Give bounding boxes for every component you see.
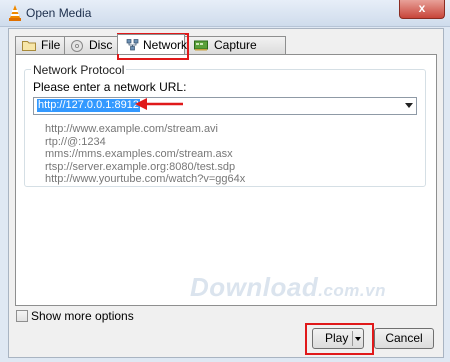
group-title: Network Protocol	[31, 63, 127, 77]
red-arrow-annotation	[135, 98, 183, 110]
example-url: rtp://@:1234	[45, 135, 106, 148]
watermark-main: Download	[190, 272, 319, 302]
close-button[interactable]: x	[399, 0, 445, 19]
show-more-options-label: Show more options	[31, 309, 134, 323]
network-icon	[126, 39, 139, 51]
tab-network[interactable]: Network	[117, 34, 188, 54]
example-url: http://www.yourtube.com/watch?v=gg64x	[45, 173, 246, 185]
title-bar: Open Media x	[0, 0, 450, 27]
tab-file-label: File	[41, 38, 61, 52]
cancel-button[interactable]: Cancel	[374, 328, 434, 349]
network-url-input[interactable]: http://127.0.0.1:8912	[37, 99, 140, 112]
capture-card-icon	[194, 40, 208, 51]
tab-network-label: Network	[143, 38, 188, 52]
url-prompt-label: Please enter a network URL:	[33, 80, 187, 94]
tab-capture-device[interactable]: Capture Device	[184, 36, 286, 69]
example-url: rtsp://server.example.org:8080/test.sdp	[45, 160, 236, 173]
url-examples: http://www.example.com/stream.avi rtp://…	[45, 123, 245, 186]
folder-icon	[22, 41, 36, 51]
tab-file[interactable]: File	[15, 36, 65, 54]
watermark-suffix: .com.vn	[318, 281, 386, 300]
watermark: Download.com.vn	[190, 272, 386, 303]
example-url: http://www.example.com/stream.avi	[45, 123, 219, 135]
show-more-options-checkbox[interactable]	[16, 310, 28, 322]
tab-disc-label: Disc	[89, 38, 113, 52]
network-url-combobox[interactable]: http://127.0.0.1:8912	[33, 97, 417, 115]
example-url: mms://mms.examples.com/stream.asx	[45, 148, 233, 160]
disc-icon	[71, 40, 83, 52]
chevron-down-icon[interactable]	[405, 103, 413, 108]
tab-disc[interactable]: Disc	[64, 36, 118, 54]
play-button-highlight	[305, 323, 374, 355]
vlc-cone-icon	[9, 5, 21, 21]
window-title: Open Media	[26, 6, 92, 20]
